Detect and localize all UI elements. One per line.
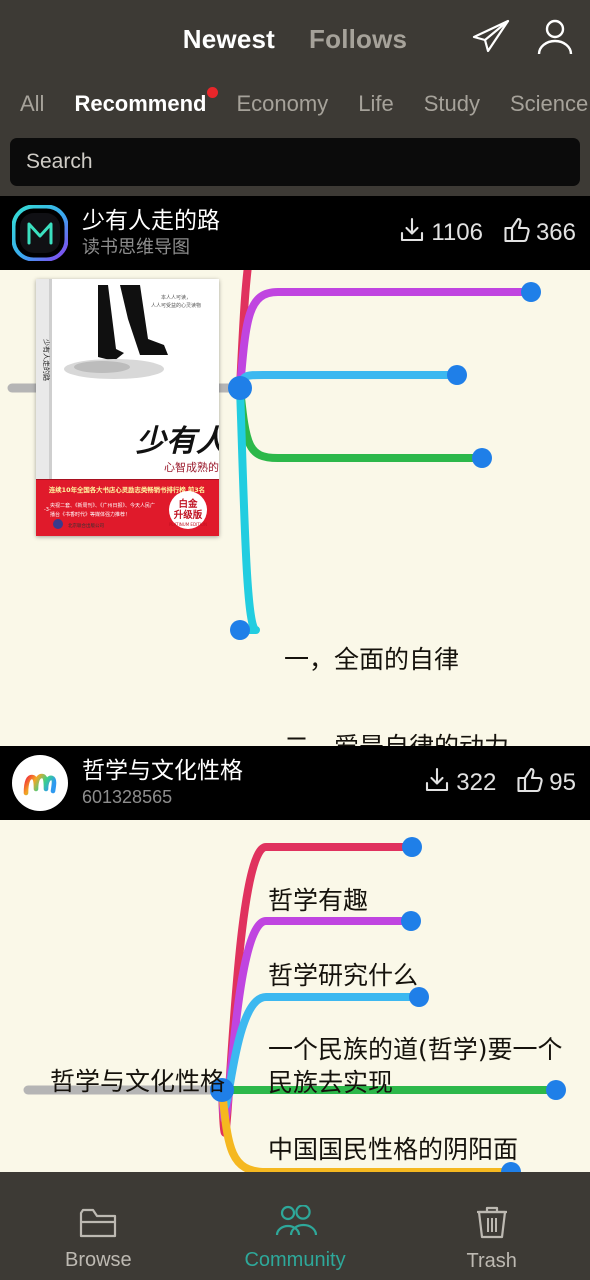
nav-item-browse[interactable]: Browse <box>0 1205 197 1272</box>
tab-label: Recommend <box>74 91 207 116</box>
svg-text:少有人走的路: 少有人走的路 <box>42 339 51 381</box>
thumbs-up-icon <box>503 216 531 251</box>
mindmap-canvas-1[interactable]: 少有人走的路 本人人可读， 人人可受益的心灵读物 少有人走の路 心智成熟的旅程 <box>0 270 590 746</box>
tab-label: Life <box>358 91 394 116</box>
segment-follows[interactable]: Follows <box>309 24 407 55</box>
card-header-text: 少有人走的路 读书思维导图 <box>82 207 398 259</box>
download-icon <box>398 216 426 251</box>
svg-text:本人人可读，: 本人人可读， <box>161 294 191 301</box>
card-subtitle: 601328565 <box>82 787 173 807</box>
svg-text:-3-: -3- <box>44 507 51 513</box>
svg-text:升级版: 升级版 <box>174 509 203 521</box>
top-bar: Newest Follows <box>0 0 590 78</box>
nav-item-community[interactable]: Community <box>197 1203 394 1272</box>
mindmap-root-label: 哲学与文化性格 <box>50 1067 226 1096</box>
like-count: 366 <box>535 219 576 246</box>
app-root: Newest Follows All Recommend Economy Lif… <box>0 0 590 1280</box>
nav-label: Trash <box>466 1249 517 1272</box>
download-count: 322 <box>456 769 497 796</box>
card-header[interactable]: 少有人走的路 读书思维导图 1106 366 <box>0 196 590 270</box>
tab-economy[interactable]: Economy <box>237 91 329 117</box>
segment-newest[interactable]: Newest <box>183 24 275 55</box>
svg-text:人人可受益的心灵读物: 人人可受益的心灵读物 <box>151 302 201 309</box>
like-count: 95 <box>549 769 576 796</box>
mindmap-branches <box>23 837 566 1172</box>
svg-text:北京联合出版公司: 北京联合出版公司 <box>68 522 104 529</box>
tab-recommend[interactable]: Recommend <box>74 87 218 117</box>
category-tab-bar[interactable]: All Recommend Economy Life Study Science <box>0 78 590 130</box>
folder-icon <box>79 1205 117 1244</box>
card-stats: 1106 366 <box>398 216 576 251</box>
svg-text:央视二套、《新周刊》、《广州日报》、今天人民广: 央视二套、《新周刊》、《广州日报》、今天人民广 <box>50 502 155 509</box>
card-header[interactable]: 哲学与文化性格 601328565 322 95 <box>0 746 590 820</box>
tab-all[interactable]: All <box>20 91 44 117</box>
svg-text:PLATINUM EDITION: PLATINUM EDITION <box>169 522 207 527</box>
tab-label: All <box>20 91 45 116</box>
download-icon <box>423 766 451 801</box>
tab-life[interactable]: Life <box>358 91 393 117</box>
card-title: 哲学与文化性格 <box>82 757 243 783</box>
profile-icon[interactable] <box>534 16 576 63</box>
card-title: 少有人走的路 <box>82 207 220 233</box>
like-stat[interactable]: 366 <box>503 216 576 251</box>
mindmap-node-label-5[interactable]: 中国国民性格的阴阳面 <box>268 1133 518 1166</box>
mindmap-canvas-2[interactable]: 哲学与文化性格 哲学有趣 哲学研究什么 一个民族的道(哲学)要一个 民族去实现 … <box>0 820 590 1172</box>
avatar[interactable] <box>12 755 68 811</box>
download-stat[interactable]: 1106 <box>398 216 483 251</box>
bottom-navigation[interactable]: Browse Community Trash <box>0 1196 590 1280</box>
search-bar-container <box>0 130 590 196</box>
thumbs-up-icon <box>516 766 544 801</box>
like-stat[interactable]: 95 <box>516 766 576 801</box>
tab-label: Economy <box>236 91 329 116</box>
svg-text:少有人走の路: 少有人走の路 <box>136 424 219 459</box>
card-stats: 322 95 <box>423 766 576 801</box>
svg-text:心智成熟的旅程: 心智成熟的旅程 <box>164 460 219 474</box>
nav-item-trash[interactable]: Trash <box>393 1204 590 1273</box>
svg-text:播台《书香时代》等媒体强力推荐！: 播台《书香时代》等媒体强力推荐！ <box>50 511 130 518</box>
download-count: 1106 <box>431 219 483 246</box>
download-stat[interactable]: 322 <box>423 766 496 801</box>
top-bar-actions <box>468 0 576 78</box>
mindmap-node-label-4[interactable]: 一个民族的道(哲学)要一个 民族去实现 <box>268 1033 568 1099</box>
tab-label: Science <box>509 91 589 116</box>
tab-label: Study <box>423 91 480 116</box>
book-cover-image: 少有人走的路 本人人可读， 人人可受益的心灵读物 少有人走の路 心智成熟的旅程 <box>36 279 219 536</box>
search-box[interactable] <box>10 138 580 186</box>
feed-card-2[interactable]: 哲学与文化性格 601328565 322 95 哲学与文化性格 哲学有趣 哲学… <box>0 746 590 1172</box>
avatar[interactable] <box>12 205 68 261</box>
search-input[interactable] <box>26 150 564 174</box>
svg-text:白金: 白金 <box>178 498 198 510</box>
mindmap-node-label-2[interactable]: 哲学有趣 <box>268 884 368 917</box>
card-subtitle: 读书思维导图 <box>82 237 190 257</box>
trash-icon <box>475 1204 509 1245</box>
tab-study[interactable]: Study <box>424 91 480 117</box>
feed-card-1[interactable]: 少有人走的路 读书思维导图 1106 366 少有人走的路 本人人可读， 人人可… <box>0 196 590 746</box>
card-header-text: 哲学与文化性格 601328565 <box>82 757 423 809</box>
send-icon[interactable] <box>468 17 512 62</box>
mindmap-node-label-1[interactable]: 一，全面的自律 <box>284 643 459 676</box>
tab-science[interactable]: Science <box>510 91 588 117</box>
mindmap-node-label-2[interactable]: 二，爱是自律的动力 <box>284 730 509 746</box>
nav-label: Browse <box>64 1248 132 1271</box>
notification-badge-dot <box>206 87 218 98</box>
mindmap-node-label-3[interactable]: 哲学研究什么 <box>268 959 418 992</box>
people-icon <box>273 1203 318 1244</box>
nav-label: Community <box>244 1248 346 1271</box>
